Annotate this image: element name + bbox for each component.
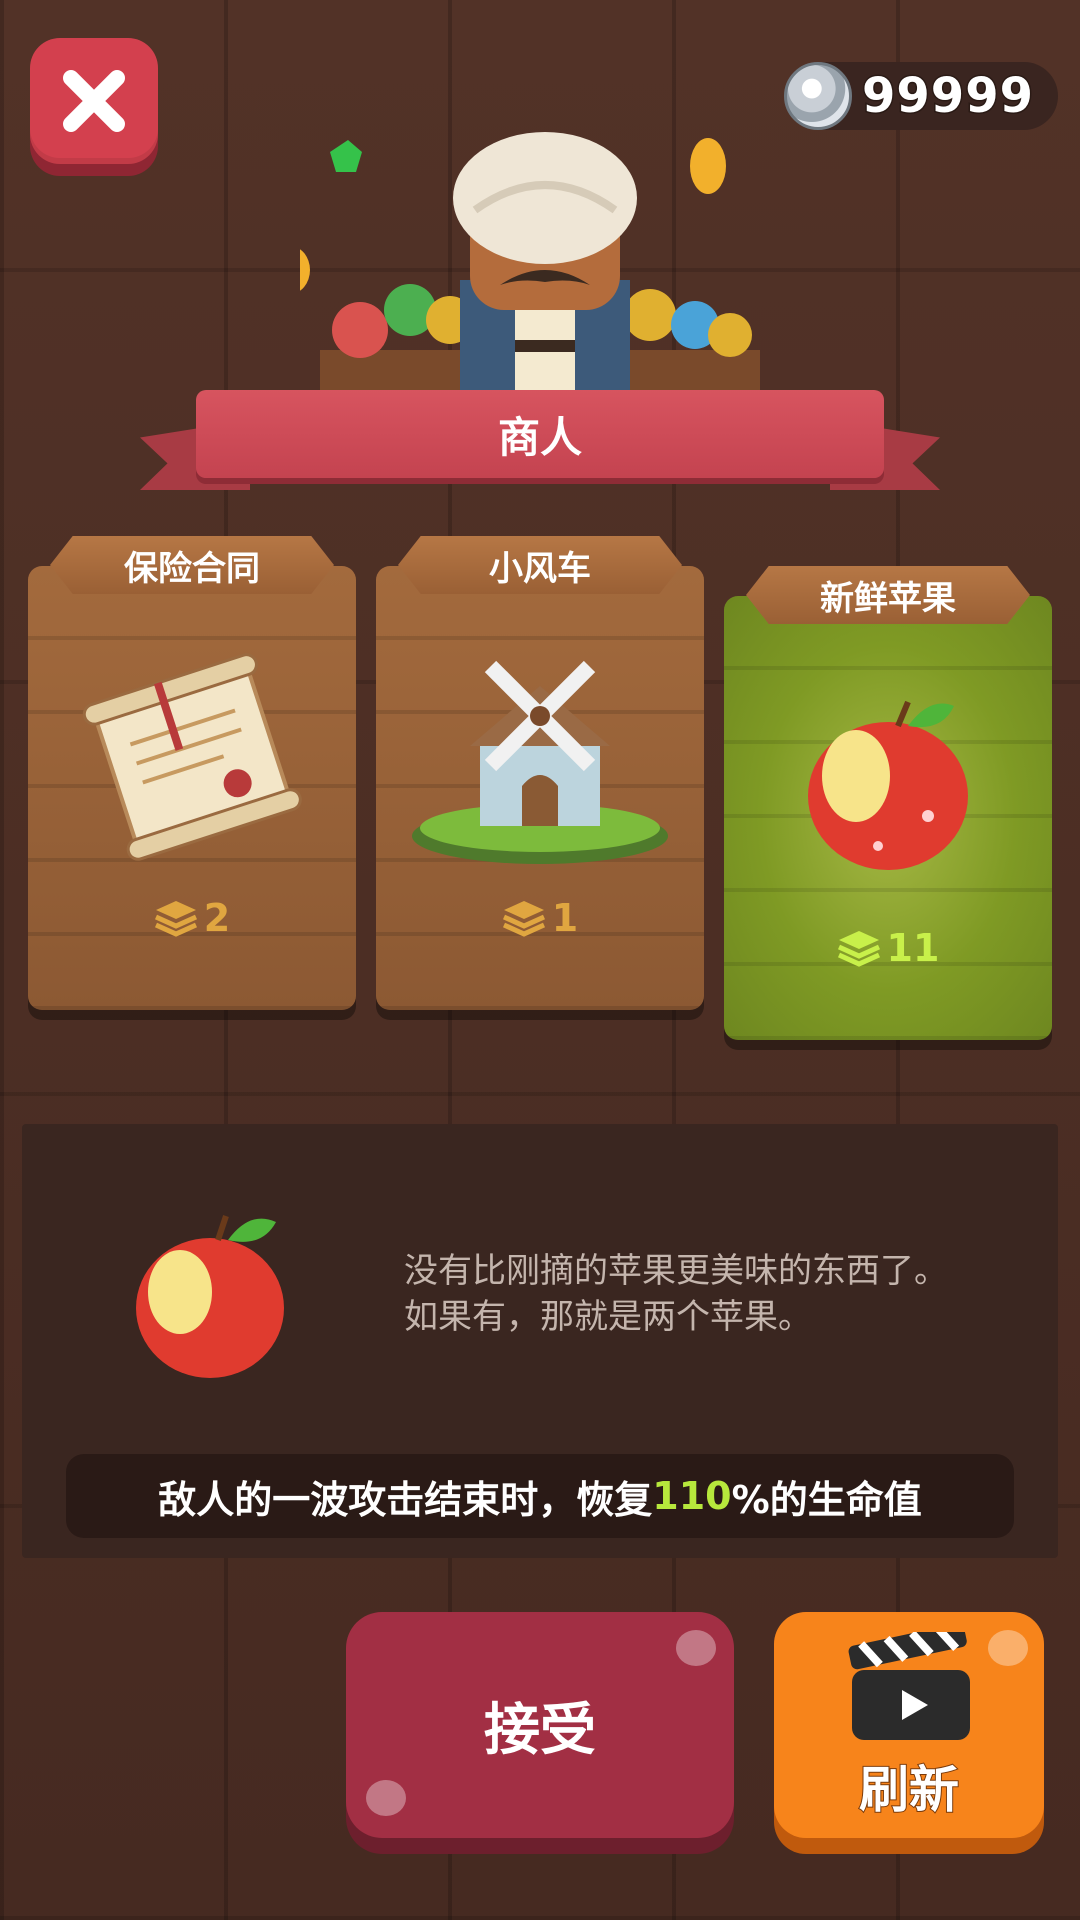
windmill-icon: [412, 660, 668, 864]
scroll-icon: [82, 653, 302, 861]
item-effect-text: 敌人的一波攻击结束时，恢复 110 %的生命值: [66, 1454, 1014, 1538]
currency-value: 99999: [861, 67, 1035, 126]
card-stack: 2: [28, 896, 356, 940]
merchant-character-icon: [300, 132, 760, 400]
card-title: 保险合同: [124, 548, 260, 589]
card-stack: 1: [376, 896, 704, 940]
effect-suffix: %的生命值: [731, 1477, 922, 1522]
button-shine: [366, 1780, 406, 1816]
item-card-small-windmill[interactable]: 小风车 1: [376, 536, 704, 1010]
effect-value: 110: [652, 1474, 732, 1518]
stack-count: 1: [551, 896, 579, 940]
flavor-line: 没有比刚摘的苹果更美味的东西了。: [404, 1251, 948, 1291]
currency-display: 99999: [784, 62, 1058, 130]
video-clapper-icon: [848, 1632, 970, 1740]
merchant-title: 商人: [497, 412, 582, 462]
button-shine: [676, 1630, 716, 1666]
item-flavor-text: 没有比刚摘的苹果更美味的东西了。 如果有，那就是两个苹果。: [404, 1248, 1024, 1340]
apple-icon: [136, 1215, 284, 1378]
accept-label: 接受: [484, 1697, 596, 1763]
item-card-insurance-contract[interactable]: 保险合同 2: [28, 536, 356, 1010]
stack-icon: [502, 901, 545, 937]
close-button[interactable]: [30, 38, 158, 164]
stack-count: 2: [203, 896, 231, 940]
stack-count: 11: [886, 926, 940, 970]
card-title-tag: 保险合同: [50, 536, 334, 594]
card-title: 新鲜苹果: [820, 578, 956, 619]
card-stack: 11: [724, 926, 1052, 970]
stack-icon: [154, 901, 197, 937]
card-title: 小风车: [489, 548, 591, 589]
card-title-tag: 小风车: [398, 536, 682, 594]
effect-prefix: 敌人的一波攻击结束时，恢复: [158, 1477, 653, 1522]
button-shine: [988, 1630, 1028, 1666]
merchant-banner: 商人: [196, 390, 884, 478]
close-icon: [63, 70, 125, 132]
flavor-line: 如果有，那就是两个苹果。: [404, 1297, 812, 1337]
apple-icon: [808, 700, 968, 870]
silver-coin-icon: [784, 62, 852, 130]
stack-icon: [837, 931, 880, 967]
accept-button[interactable]: 接受: [346, 1612, 734, 1838]
refresh-label: 刷新: [858, 1760, 960, 1820]
refresh-button[interactable]: 刷新: [774, 1612, 1044, 1838]
card-title-tag: 新鲜苹果: [746, 566, 1030, 624]
item-card-fresh-apple[interactable]: 新鲜苹果 11: [724, 566, 1052, 1040]
